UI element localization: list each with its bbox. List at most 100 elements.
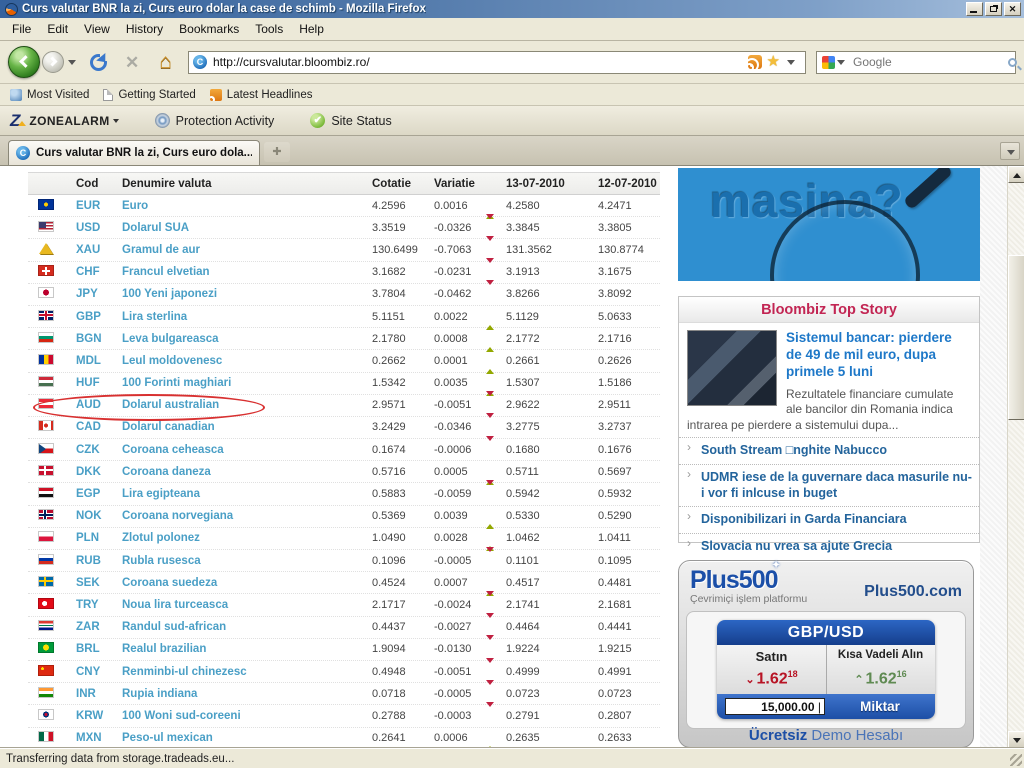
currency-name-link[interactable]: Lira sterlina xyxy=(122,311,372,323)
currency-code-link[interactable]: BGN xyxy=(76,333,122,345)
minimize-button[interactable] xyxy=(966,2,983,16)
story-link[interactable]: South Stream □nghite Nabucco xyxy=(679,437,979,464)
currency-name-link[interactable]: Noua lira turceasca xyxy=(122,599,372,611)
back-button[interactable] xyxy=(8,46,40,78)
currency-code-link[interactable]: HUF xyxy=(76,377,122,389)
sell-price[interactable]: ⌄1.6218 xyxy=(717,666,826,694)
currency-name-link[interactable]: Dolarul canadian xyxy=(122,421,372,433)
reload-button[interactable] xyxy=(90,54,107,71)
currency-code-link[interactable]: AUD xyxy=(76,399,122,411)
currency-code-link[interactable]: TRY xyxy=(76,599,122,611)
scrollbar-thumb[interactable] xyxy=(1008,255,1024,420)
google-engine-icon[interactable] xyxy=(822,56,835,69)
currency-name-link[interactable]: Francul elvetian xyxy=(122,266,372,278)
close-button[interactable]: ✕ xyxy=(1004,2,1021,16)
currency-code-link[interactable]: MDL xyxy=(76,355,122,367)
currency-name-link[interactable]: Realul brazilian xyxy=(122,643,372,655)
currency-name-link[interactable]: Zlotul polonez xyxy=(122,532,372,544)
resize-grip[interactable] xyxy=(1010,754,1022,766)
forward-button[interactable] xyxy=(42,51,64,73)
currency-code-link[interactable]: XAU xyxy=(76,244,122,256)
scroll-down-button[interactable] xyxy=(1008,731,1024,748)
buy-price[interactable]: ⌃1.6216 xyxy=(826,666,935,694)
plus500-ad[interactable]: Plus500 Çevrimiçi işlem platformu Plus50… xyxy=(678,560,974,748)
currency-name-link[interactable]: Dolarul australian xyxy=(122,399,372,411)
currency-code-link[interactable]: USD xyxy=(76,222,122,234)
history-dropdown-icon[interactable] xyxy=(68,60,76,65)
currency-code-link[interactable]: EUR xyxy=(76,200,122,212)
amount-input[interactable]: 15,000.00 | xyxy=(725,698,825,715)
vertical-scrollbar[interactable] xyxy=(1007,166,1024,748)
url-bar[interactable]: C ★ xyxy=(188,51,806,74)
currency-name-link[interactable]: Rubla rusesca xyxy=(122,555,372,567)
menu-history[interactable]: History xyxy=(118,19,171,39)
stop-button[interactable]: ✕ xyxy=(125,54,139,71)
currency-code-link[interactable]: KRW xyxy=(76,710,122,722)
bookmark-star-icon[interactable]: ★ xyxy=(767,55,780,69)
protection-activity-button[interactable]: Protection Activity xyxy=(155,113,275,128)
menu-bookmarks[interactable]: Bookmarks xyxy=(171,19,247,39)
story-link[interactable]: UDMR iese de la guvernare daca masurile … xyxy=(679,464,979,506)
demo-account-link[interactable]: Ücretsiz Demo Hesabı xyxy=(687,727,965,744)
currency-name-link[interactable]: 100 Woni sud-coreeni xyxy=(122,710,372,722)
currency-name-link[interactable]: Coroana daneza xyxy=(122,466,372,478)
currency-code-link[interactable]: DKK xyxy=(76,466,122,478)
currency-name-link[interactable]: Renminbi-ul chinezesc xyxy=(122,666,372,678)
currency-code-link[interactable]: INR xyxy=(76,688,122,700)
miktar-button[interactable]: Miktar xyxy=(825,699,935,714)
tab-list-dropdown[interactable] xyxy=(1000,142,1020,160)
currency-code-link[interactable]: BRL xyxy=(76,643,122,655)
currency-name-link[interactable]: Coroana norvegiana xyxy=(122,510,372,522)
search-input[interactable] xyxy=(853,55,1008,69)
currency-code-link[interactable]: CNY xyxy=(76,666,122,678)
search-box[interactable] xyxy=(816,51,1016,74)
currency-name-link[interactable]: 100 Forinti maghiari xyxy=(122,377,372,389)
bookmark-latest-headlines[interactable]: Latest Headlines xyxy=(206,89,323,101)
currency-name-link[interactable]: Gramul de aur xyxy=(122,244,372,256)
currency-code-link[interactable]: CAD xyxy=(76,421,122,433)
site-status-button[interactable]: ✔ Site Status xyxy=(310,113,391,128)
menu-view[interactable]: View xyxy=(76,19,118,39)
url-input[interactable] xyxy=(213,55,748,69)
currency-code-link[interactable]: EGP xyxy=(76,488,122,500)
currency-name-link[interactable]: Leul moldovenesc xyxy=(122,355,372,367)
currency-code-link[interactable]: MXN xyxy=(76,732,122,744)
currency-name-link[interactable]: Leva bulgareasca xyxy=(122,333,372,345)
currency-name-link[interactable]: 100 Yeni japonezi xyxy=(122,288,372,300)
search-magnifier-icon[interactable] xyxy=(1008,58,1017,67)
scroll-up-button[interactable] xyxy=(1008,166,1024,183)
currency-code-link[interactable]: PLN xyxy=(76,532,122,544)
currency-name-link[interactable]: Dolarul SUA xyxy=(122,222,372,234)
currency-name-link[interactable]: Rupia indiana xyxy=(122,688,372,700)
currency-name-link[interactable]: Randul sud-african xyxy=(122,621,372,633)
active-tab[interactable]: C Curs valutar BNR la zi, Curs euro dola… xyxy=(8,140,260,165)
menu-edit[interactable]: Edit xyxy=(39,19,76,39)
currency-name-link[interactable]: Peso-ul mexican xyxy=(122,732,372,744)
story-link[interactable]: Disponibilizari in Garda Financiara xyxy=(679,506,979,533)
currency-code-link[interactable]: SEK xyxy=(76,577,122,589)
menu-help[interactable]: Help xyxy=(291,19,332,39)
plus500-site-link[interactable]: Plus500.com xyxy=(864,583,962,605)
currency-name-link[interactable]: Lira egipteana xyxy=(122,488,372,500)
story-thumbnail-image[interactable] xyxy=(687,330,777,406)
masina-ad-banner[interactable]: masina? xyxy=(678,168,980,281)
currency-code-link[interactable]: GBP xyxy=(76,311,122,323)
bookmark-getting-started[interactable]: Getting Started xyxy=(99,89,205,101)
currency-code-link[interactable]: CHF xyxy=(76,266,122,278)
home-button[interactable]: ⌂ xyxy=(159,52,172,72)
currency-code-link[interactable]: JPY xyxy=(76,288,122,300)
currency-name-link[interactable]: Euro xyxy=(122,200,372,212)
currency-code-link[interactable]: ZAR xyxy=(76,621,122,633)
rss-feed-icon[interactable] xyxy=(748,55,762,69)
currency-code-link[interactable]: RUB xyxy=(76,555,122,567)
restore-button[interactable] xyxy=(985,2,1002,16)
currency-name-link[interactable]: Coroana suedeza xyxy=(122,577,372,589)
menu-tools[interactable]: Tools xyxy=(247,19,291,39)
bookmark-most-visited[interactable]: Most Visited xyxy=(6,89,99,101)
search-engine-dropdown-icon[interactable] xyxy=(837,60,845,65)
zonealarm-menu[interactable]: Z ZoneAlarm xyxy=(10,111,119,131)
currency-code-link[interactable]: NOK xyxy=(76,510,122,522)
currency-name-link[interactable]: Coroana ceheasca xyxy=(122,444,372,456)
url-dropdown-icon[interactable] xyxy=(787,60,795,65)
story-link[interactable]: Slovacia nu vrea sa ajute Grecia xyxy=(679,533,979,560)
